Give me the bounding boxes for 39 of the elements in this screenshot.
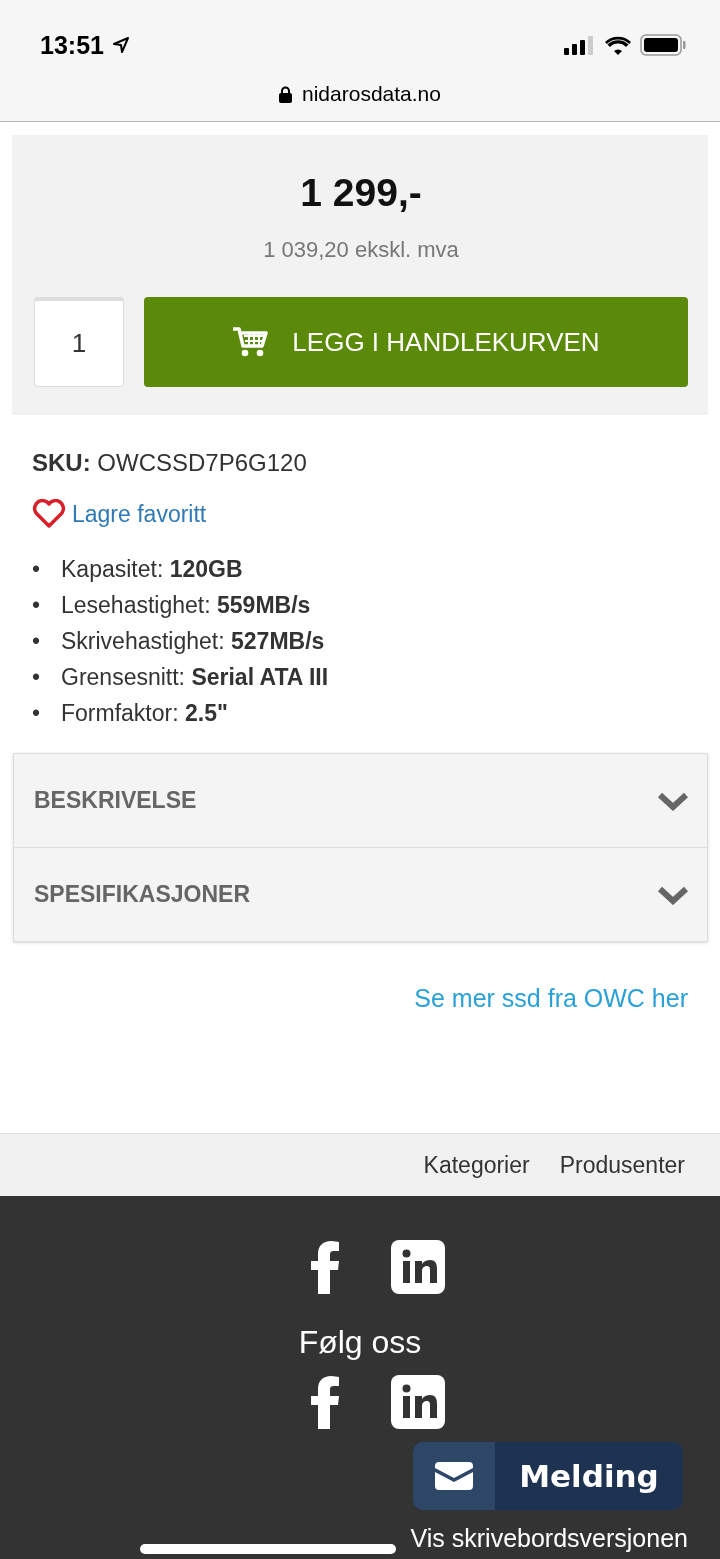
footer-nav-link[interactable]: Kategorier	[423, 1151, 530, 1179]
quantity-field[interactable]: 1	[34, 297, 124, 387]
bullet: •	[32, 627, 42, 655]
follow-us-text: Følg oss	[298, 1324, 422, 1361]
desktop-version-link[interactable]: Vis skrivebordsversjonen	[410, 1524, 688, 1552]
spec-item: Grensesnitt: Serial ATA III	[61, 663, 329, 691]
wifi-icon	[604, 35, 632, 55]
add-to-cart-button[interactable]: LEGG I HANDLEKURVEN	[144, 297, 688, 387]
sku-text: SKU: OWCSSD7P6G120	[32, 449, 308, 477]
bullet: •	[32, 663, 42, 691]
save-favorite-link[interactable]: Lagre favoritt	[72, 500, 207, 528]
footer-nav-link[interactable]: Produsenter	[559, 1151, 685, 1179]
bullet: •	[32, 555, 42, 583]
linkedin-icon[interactable]	[390, 1240, 445, 1294]
bullet: •	[32, 591, 42, 619]
accordion-header[interactable]: SPESIFIKASJONER	[14, 848, 707, 941]
accordion-header[interactable]: BESKRIVELSE	[14, 754, 707, 848]
spec-item: Formfaktor: 2.5"	[61, 699, 228, 727]
signal-icon	[564, 35, 596, 55]
facebook-icon[interactable]	[310, 1240, 341, 1294]
chevron-icon	[657, 884, 689, 905]
cart-icon	[232, 326, 269, 358]
battery-icon	[640, 34, 686, 56]
location-icon	[111, 36, 130, 54]
linkedin-icon[interactable]	[390, 1375, 445, 1429]
bullet: •	[32, 699, 42, 727]
facebook-icon[interactable]	[310, 1375, 341, 1429]
message-button[interactable]: Melding	[413, 1442, 683, 1510]
price: 1 299,-	[300, 171, 422, 215]
lock-icon	[279, 85, 292, 103]
chevron-icon	[657, 790, 689, 811]
status-time: 13:51	[40, 30, 104, 60]
spec-item: Skrivehastighet: 527MB/s	[61, 627, 325, 655]
address-url[interactable]: nidarosdata.no	[302, 82, 441, 106]
spec-item: Kapasitet: 120GB	[61, 555, 243, 583]
heart-icon[interactable]	[32, 499, 66, 529]
price-excl-vat: 1 039,20 ekskl. mva	[263, 237, 459, 263]
mail-icon	[435, 1462, 473, 1490]
spec-item: Lesehastighet: 559MB/s	[61, 591, 311, 619]
